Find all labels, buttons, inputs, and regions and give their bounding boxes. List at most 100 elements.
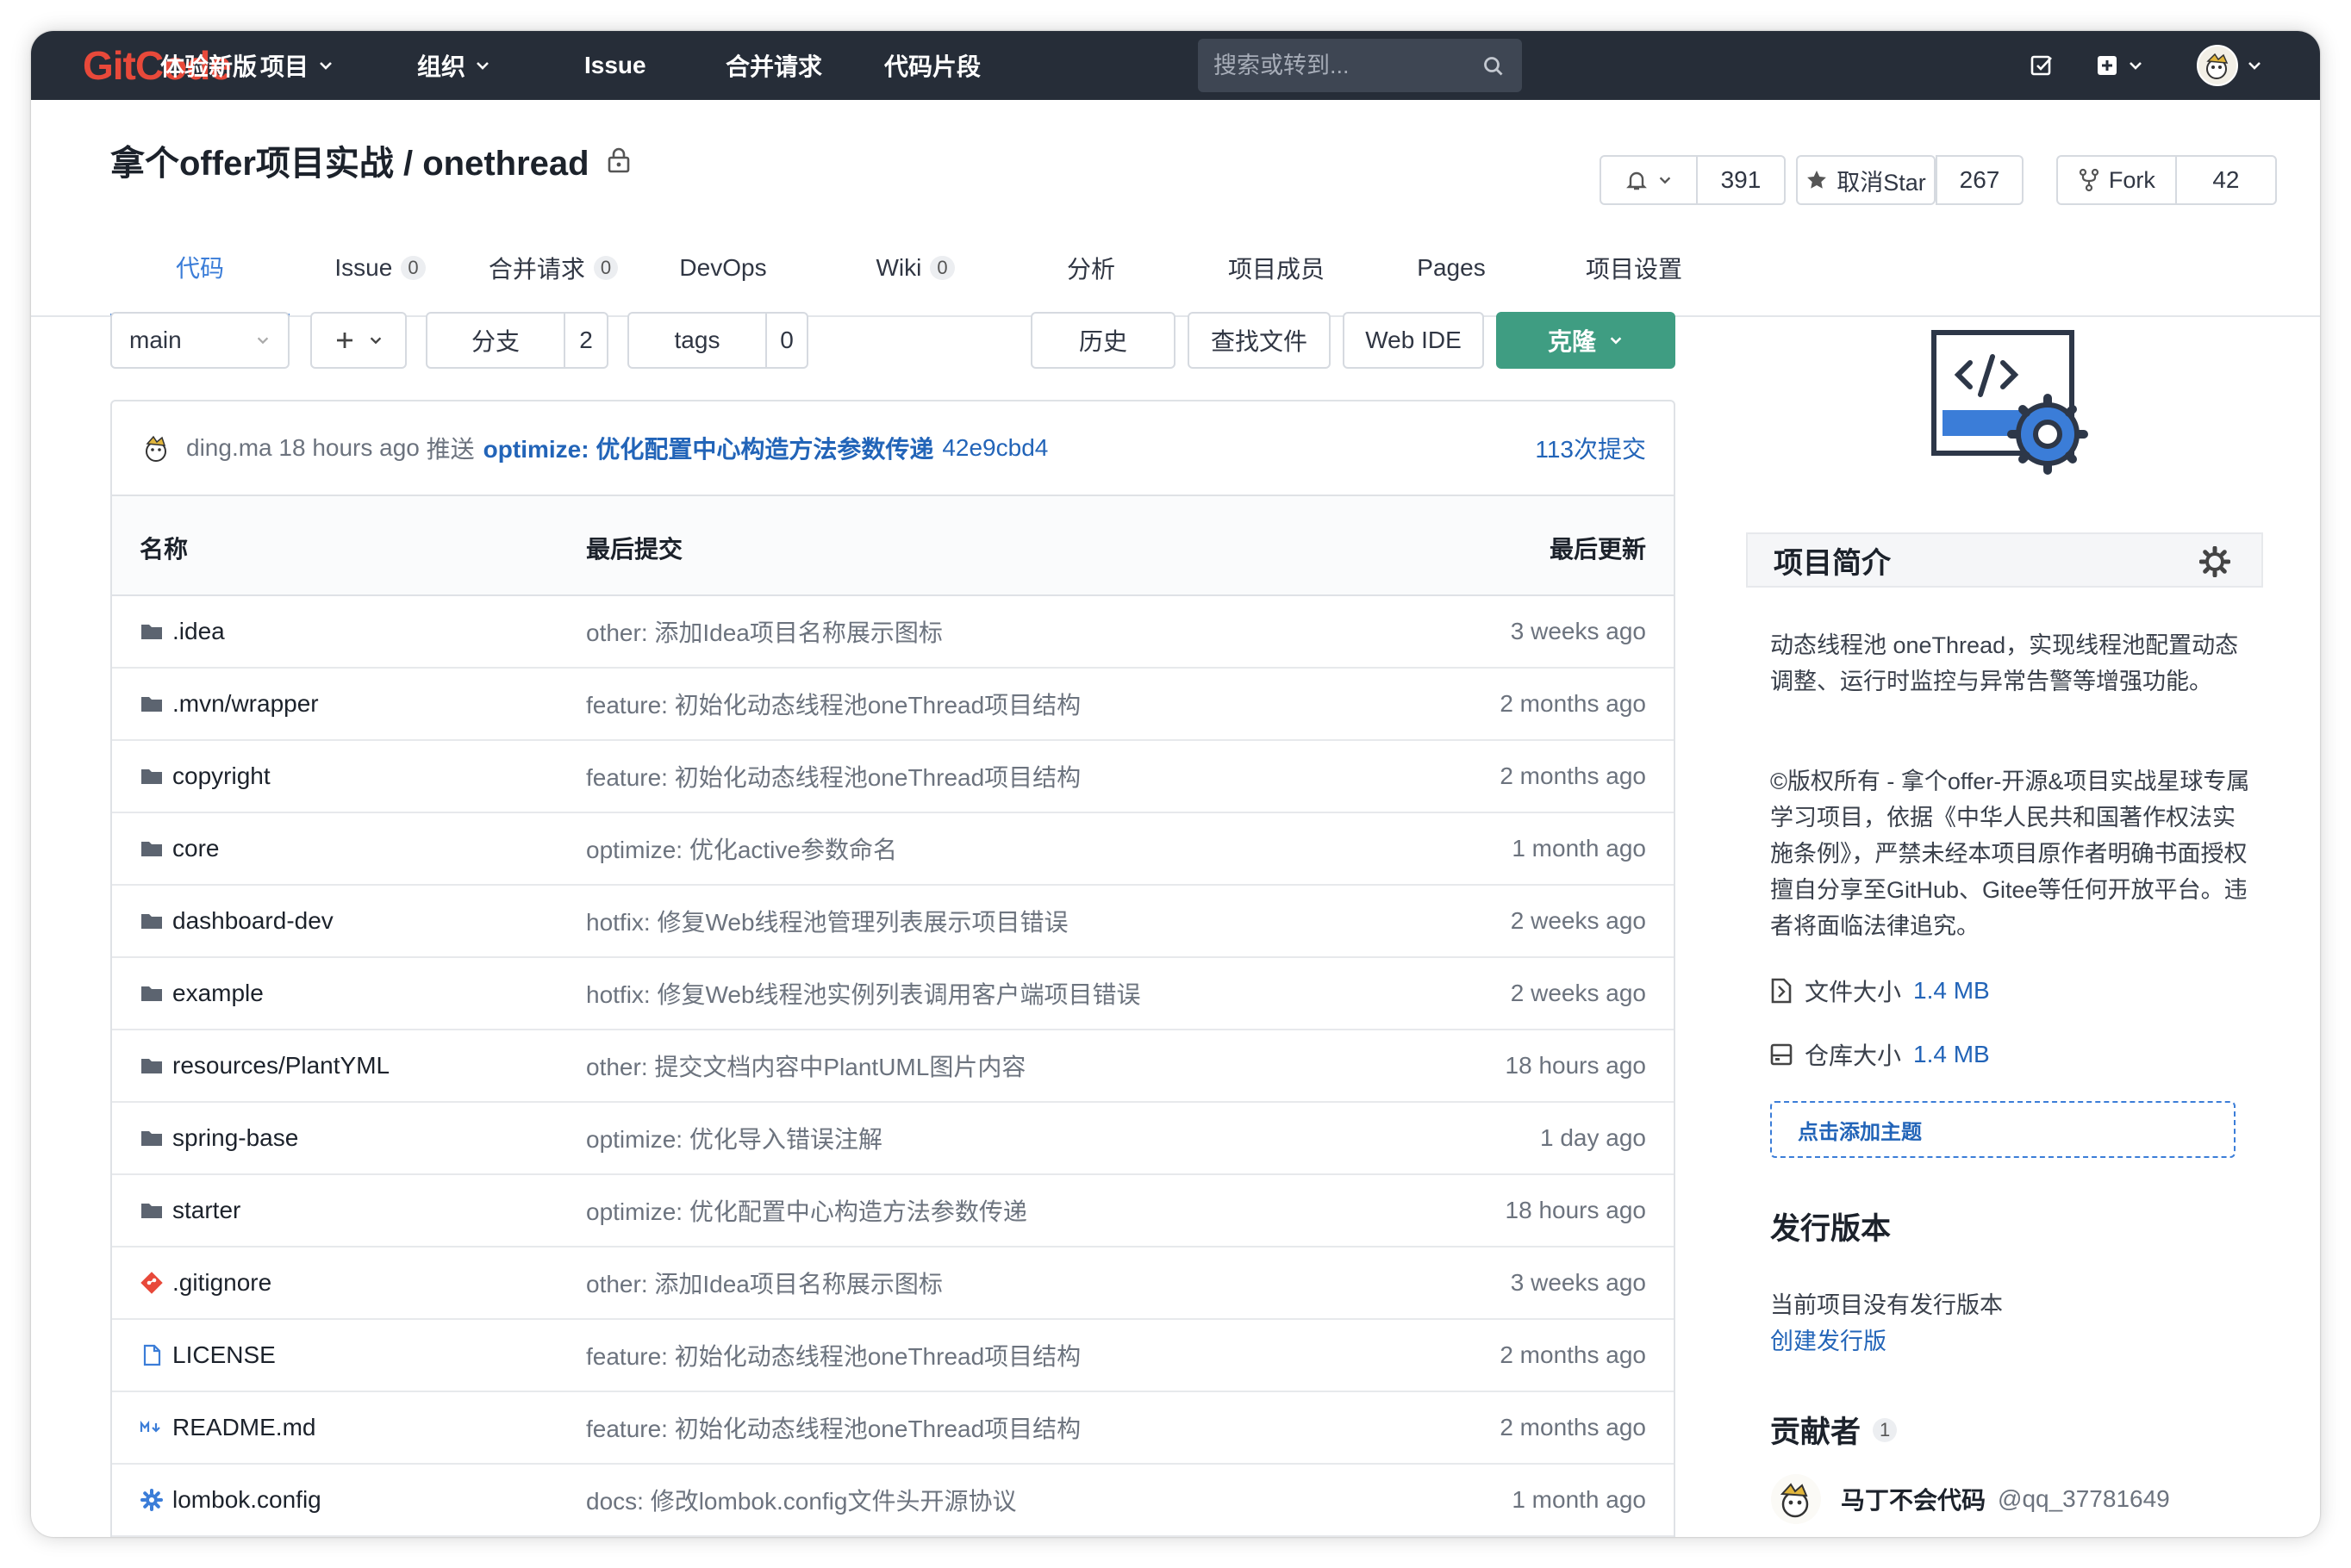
file-name-cell[interactable]: starter <box>140 1175 240 1246</box>
tab-wiki[interactable]: Wiki 0 <box>865 221 965 315</box>
star-count[interactable]: 267 <box>1936 157 2022 203</box>
tab-merge-requests[interactable]: 合并请求 0 <box>484 221 622 315</box>
commit-sha[interactable]: 42e9cbd4 <box>942 434 1048 462</box>
file-name[interactable]: core <box>172 835 219 862</box>
history-button[interactable]: 历史 <box>1031 312 1176 369</box>
file-name-cell[interactable]: example <box>140 958 264 1029</box>
table-row[interactable]: lombok.config docs: 修改lombok.config文件头开源协… <box>112 1465 1674 1537</box>
file-commit-message[interactable]: feature: 初始化动态线程池oneThread项目结构 <box>586 669 1081 739</box>
table-row[interactable]: resources/PlantYML other: 提交文档内容中PlantUML… <box>112 1030 1674 1103</box>
file-name-cell[interactable]: .mvn/wrapper <box>140 669 319 739</box>
table-row[interactable]: .mvn/wrapper feature: 初始化动态线程池oneThread项目… <box>112 669 1674 741</box>
branches-button[interactable]: 分支 2 <box>426 312 608 369</box>
file-commit-message[interactable]: other: 添加Idea项目名称展示图标 <box>586 1248 943 1318</box>
add-file-dropdown[interactable] <box>310 312 407 369</box>
table-row[interactable]: dashboard-dev hotfix: 修复Web线程池管理列表展示项目错误 2… <box>112 886 1674 958</box>
file-commit-message[interactable]: hotfix: 修复Web线程池实例列表调用客户端项目错误 <box>586 958 1141 1029</box>
file-name-cell[interactable]: lombok.config <box>140 1465 321 1535</box>
file-name-cell[interactable]: .idea <box>140 596 225 667</box>
commit-message[interactable]: optimize: 优化配置中心构造方法参数传递 <box>483 431 934 465</box>
avatar[interactable] <box>140 431 174 465</box>
nav-projects[interactable]: 项目 <box>260 31 334 100</box>
file-name-cell[interactable]: dashboard-dev <box>140 886 334 956</box>
gear-icon[interactable] <box>2199 546 2230 577</box>
file-name-cell[interactable]: core <box>140 813 219 884</box>
nav-merge-requests[interactable]: 合并请求 <box>726 31 822 100</box>
file-commit-message[interactable]: docs: 修改lombok.config文件头开源协议 <box>586 1465 1016 1535</box>
fork-count[interactable]: 42 <box>2174 157 2275 203</box>
nav-new-version[interactable]: 体验新版 <box>160 31 257 100</box>
nav-groups[interactable]: 组织 <box>417 31 491 100</box>
tab-pages[interactable]: Pages <box>1408 221 1494 315</box>
table-row[interactable]: LICENSE feature: 初始化动态线程池oneThread项目结构 2 m… <box>112 1320 1674 1392</box>
repo-name[interactable]: onethread <box>422 145 589 183</box>
commit-author[interactable]: ding.ma <box>186 434 272 462</box>
tab-members[interactable]: 项目成员 <box>1212 221 1341 315</box>
file-commit-message[interactable]: optimize: 优化配置中心构造方法参数传递 <box>586 1175 1027 1246</box>
file-name[interactable]: .gitignore <box>172 1269 271 1297</box>
tab-devops[interactable]: DevOps <box>667 221 779 315</box>
file-commit-message[interactable]: feature: 初始化动态线程池oneThread项目结构 <box>586 741 1081 812</box>
file-name-cell[interactable]: LICENSE <box>140 1320 276 1391</box>
file-name[interactable]: resources/PlantYML <box>172 1052 390 1080</box>
file-name[interactable]: spring-base <box>172 1124 298 1152</box>
find-file-button[interactable]: 查找文件 <box>1188 312 1331 369</box>
table-row[interactable]: .idea other: 添加Idea项目名称展示图标 3 weeks ago <box>112 596 1674 669</box>
fork-button[interactable]: Fork <box>2058 157 2175 203</box>
file-name[interactable]: LICENSE <box>172 1341 276 1369</box>
contributor-name[interactable]: 马丁不会代码 <box>1841 1482 1986 1516</box>
table-row[interactable]: starter optimize: 优化配置中心构造方法参数传递 18 hours … <box>112 1175 1674 1248</box>
file-commit-message[interactable]: feature: 初始化动态线程池oneThread项目结构 <box>586 1320 1081 1391</box>
file-commit-message[interactable]: feature: 初始化动态线程池oneThread项目结构 <box>586 1392 1081 1463</box>
add-topic-button[interactable]: 点击添加主题 <box>1770 1101 2236 1158</box>
table-row[interactable]: README.md feature: 初始化动态线程池oneThread项目结构 2… <box>112 1392 1674 1465</box>
file-commit-message[interactable]: other: 提交文档内容中PlantUML图片内容 <box>586 1030 1026 1101</box>
search-box[interactable] <box>1198 39 1522 92</box>
file-name-cell[interactable]: resources/PlantYML <box>140 1030 390 1101</box>
branches-label[interactable]: 分支 <box>427 314 565 367</box>
file-name-cell[interactable]: .gitignore <box>140 1248 271 1318</box>
file-commit-message[interactable]: other: 添加Idea项目名称展示图标 <box>586 596 943 667</box>
file-commit-message[interactable]: optimize: 优化导入错误注解 <box>586 1103 882 1173</box>
table-row[interactable]: core optimize: 优化active参数命名 1 month ago <box>112 813 1674 886</box>
tab-settings[interactable]: 项目设置 <box>1565 221 1703 315</box>
file-commit-message[interactable]: optimize: 优化active参数命名 <box>586 813 897 884</box>
file-commit-message[interactable]: hotfix: 修复Web线程池管理列表展示项目错误 <box>586 886 1069 956</box>
nav-snippets[interactable]: 代码片段 <box>884 31 981 100</box>
star-button[interactable]: 取消Star <box>1798 157 1934 203</box>
file-name-cell[interactable]: spring-base <box>140 1103 298 1173</box>
file-name[interactable]: copyright <box>172 762 271 790</box>
user-menu[interactable] <box>2196 31 2263 100</box>
clone-button[interactable]: 克隆 <box>1496 312 1675 369</box>
file-name[interactable]: .idea <box>172 618 225 645</box>
repo-namespace[interactable]: 拿个offer项目实战 <box>110 145 394 183</box>
tab-code[interactable]: 代码 <box>110 221 290 317</box>
file-name[interactable]: .mvn/wrapper <box>172 690 319 718</box>
file-name[interactable]: README.md <box>172 1414 315 1441</box>
file-name[interactable]: lombok.config <box>172 1486 321 1514</box>
web-ide-button[interactable]: Web IDE <box>1343 312 1484 369</box>
search-input[interactable] <box>1213 52 1472 79</box>
create-release-link[interactable]: 创建发行版 <box>1770 1323 2253 1360</box>
tab-issue[interactable]: Issue 0 <box>324 221 436 315</box>
commit-count-link[interactable]: 113次提交 <box>1535 431 1646 465</box>
table-row[interactable]: copyright feature: 初始化动态线程池oneThread项目结构 2… <box>112 741 1674 813</box>
create-new-button[interactable] <box>2094 31 2144 100</box>
file-name-cell[interactable]: README.md <box>140 1392 315 1463</box>
watch-button[interactable] <box>1601 157 1696 203</box>
tags-button[interactable]: tags 0 <box>627 312 808 369</box>
watch-count[interactable]: 391 <box>1695 157 1784 203</box>
table-row[interactable]: .gitignore other: 添加Idea项目名称展示图标 3 weeks a… <box>112 1248 1674 1320</box>
file-name[interactable]: dashboard-dev <box>172 907 334 935</box>
file-name[interactable]: starter <box>172 1197 240 1224</box>
contributor-item[interactable]: 马丁不会代码 @qq_37781649 <box>1770 1472 2170 1527</box>
tags-label[interactable]: tags <box>629 314 767 367</box>
table-row[interactable]: spring-base optimize: 优化导入错误注解 1 day ago <box>112 1103 1674 1175</box>
nav-issue[interactable]: Issue <box>584 31 646 100</box>
tab-analysis[interactable]: 分析 <box>1048 221 1134 315</box>
todo-button[interactable] <box>2029 31 2055 100</box>
file-name[interactable]: example <box>172 980 264 1007</box>
table-row[interactable]: example hotfix: 修复Web线程池实例列表调用客户端项目错误 2 we… <box>112 958 1674 1030</box>
branch-select[interactable]: main <box>110 312 290 369</box>
file-name-cell[interactable]: copyright <box>140 741 271 812</box>
